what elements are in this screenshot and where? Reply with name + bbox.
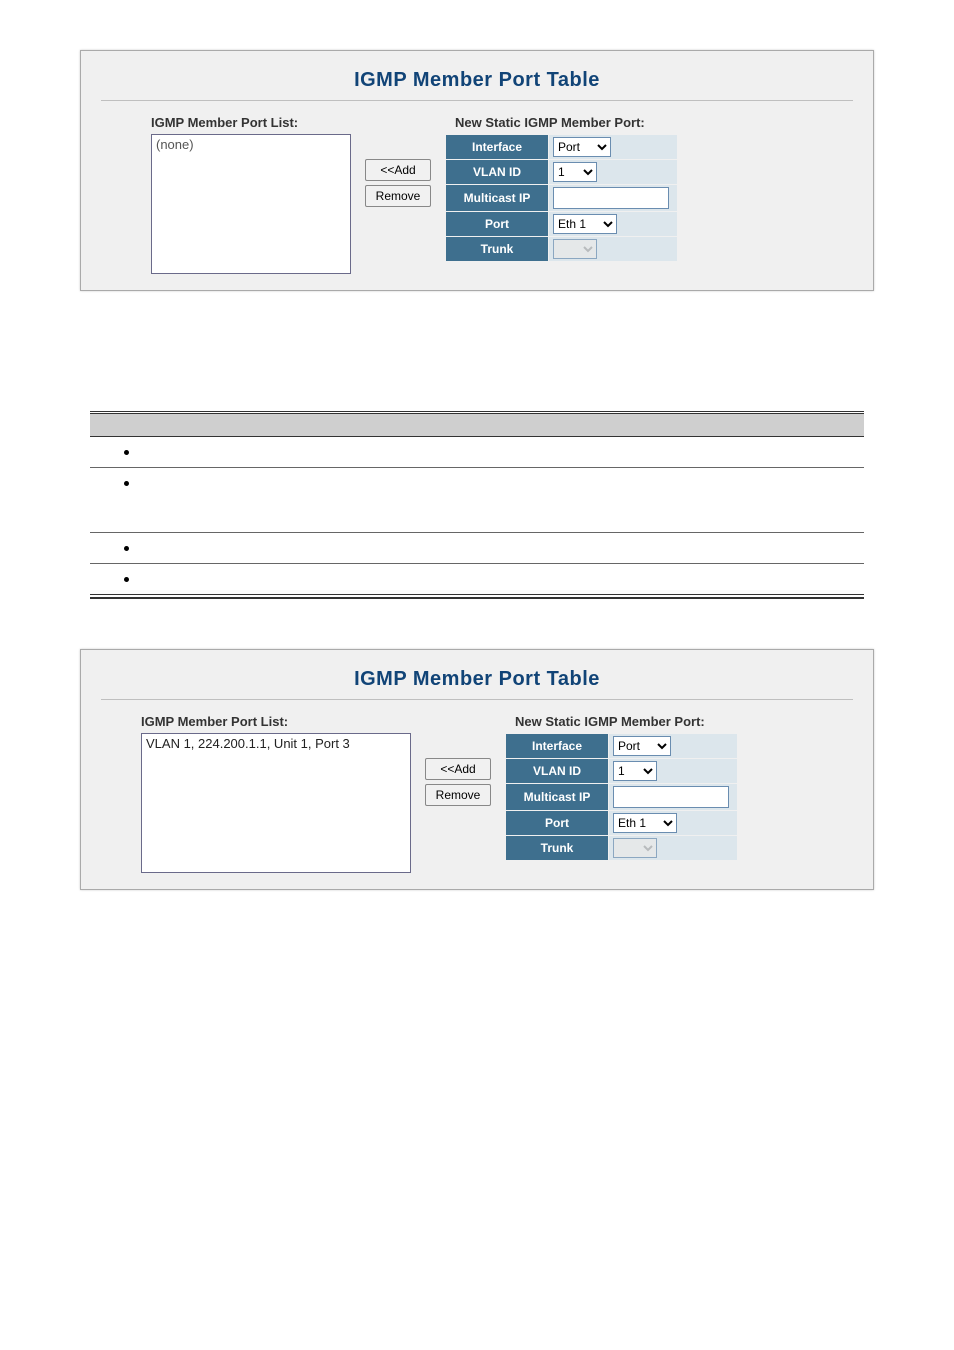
add-button[interactable]: <<Add — [425, 758, 491, 780]
igmp-member-port-panel: IGMP Member Port Table IGMP Member Port … — [80, 649, 874, 890]
trunk-label: Trunk — [506, 836, 608, 860]
port-list-label: IGMP Member Port List: — [141, 714, 411, 733]
trunk-label: Trunk — [446, 237, 548, 261]
trunk-select — [553, 239, 597, 259]
list-item: VLAN 1, 224.200.1.1, Unit 1, Port 3 — [146, 736, 350, 751]
remove-button[interactable]: Remove — [365, 185, 431, 207]
igmp-member-port-panel: IGMP Member Port Table IGMP Member Port … — [80, 50, 874, 291]
igmp-member-port-listbox[interactable]: (none) — [151, 134, 351, 274]
interface-select[interactable]: Port — [613, 736, 671, 756]
new-member-form: Interface Port VLAN ID 1 Multicast IP — [505, 733, 738, 861]
remove-button[interactable]: Remove — [425, 784, 491, 806]
multicast-ip-label: Multicast IP — [506, 784, 608, 810]
interface-label: Interface — [506, 734, 608, 758]
port-label: Port — [446, 212, 548, 236]
bullet-icon — [124, 577, 129, 582]
vlan-id-label: VLAN ID — [506, 759, 608, 783]
trunk-select — [613, 838, 657, 858]
list-item: (none) — [156, 137, 194, 152]
vlan-id-select[interactable]: 1 — [553, 162, 597, 182]
igmp-member-port-listbox[interactable]: VLAN 1, 224.200.1.1, Unit 1, Port 3 — [141, 733, 411, 873]
new-member-port-label: New Static IGMP Member Port: — [505, 714, 738, 733]
bullet-icon — [124, 481, 129, 486]
multicast-ip-input[interactable] — [553, 187, 669, 209]
new-member-form: Interface Port VLAN ID 1 Multicast IP — [445, 134, 678, 262]
interface-label: Interface — [446, 135, 548, 159]
port-list-label: IGMP Member Port List: — [151, 115, 351, 134]
multicast-ip-label: Multicast IP — [446, 185, 548, 211]
port-select[interactable]: Eth 1 — [613, 813, 677, 833]
new-member-port-label: New Static IGMP Member Port: — [445, 115, 678, 134]
add-button[interactable]: <<Add — [365, 159, 431, 181]
port-select[interactable]: Eth 1 — [553, 214, 617, 234]
port-label: Port — [506, 811, 608, 835]
bullet-icon — [124, 546, 129, 551]
interface-select[interactable]: Port — [553, 137, 611, 157]
panel-title: IGMP Member Port Table — [101, 63, 853, 101]
vlan-id-label: VLAN ID — [446, 160, 548, 184]
multicast-ip-input[interactable] — [613, 786, 729, 808]
bullet-icon — [124, 450, 129, 455]
bullet-section — [0, 311, 954, 639]
panel-title: IGMP Member Port Table — [101, 662, 853, 700]
vlan-id-select[interactable]: 1 — [613, 761, 657, 781]
